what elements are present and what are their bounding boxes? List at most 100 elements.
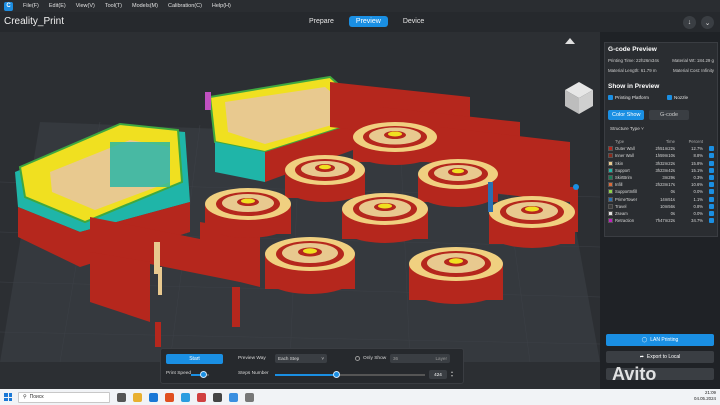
visibility-checkbox[interactable] xyxy=(709,196,714,202)
only-show-label: Only Show xyxy=(363,356,387,361)
structure-table: Type Time Percent Outer Wall 2h51m22s 12.7… xyxy=(608,138,716,224)
app-icon[interactable] xyxy=(245,392,254,402)
file-explorer-icon[interactable] xyxy=(133,392,142,402)
visibility-checkbox[interactable] xyxy=(709,218,714,224)
tab-device[interactable]: Device xyxy=(396,16,431,27)
task-view-icon[interactable] xyxy=(117,392,126,402)
structure-row: PrimeTower 14m51s 1.1% xyxy=(608,196,716,203)
material-stats-row: Material Length: 61.79 m Material Cost: … xyxy=(605,68,717,73)
pot-model xyxy=(265,237,355,294)
visibility-checkbox[interactable] xyxy=(709,153,714,159)
menu-help[interactable]: Help(H) xyxy=(212,3,231,9)
printing-platform-checkbox[interactable]: Printing Platform xyxy=(608,95,649,101)
prime-tower xyxy=(488,182,493,212)
color-swatch xyxy=(608,160,613,166)
view-cube-icon xyxy=(565,38,593,114)
title-bar: Creality_Print Prepare Preview Device ↓ … xyxy=(0,12,720,32)
structure-row: Travel 10m56s 0.8% xyxy=(608,203,716,210)
store-icon[interactable] xyxy=(181,392,190,402)
menu-models[interactable]: Models(M) xyxy=(132,3,158,9)
steps-knob[interactable] xyxy=(333,371,340,378)
check-icon xyxy=(608,95,613,101)
only-show-input[interactable]: 36 Layer xyxy=(390,354,450,363)
tab-prepare[interactable]: Prepare xyxy=(302,16,341,27)
structure-row: Infill 2h23m17s 10.6% xyxy=(608,181,716,188)
table-header: Type Time Percent xyxy=(615,139,703,145)
app-title: Creality_Print xyxy=(4,16,65,27)
print-speed-knob[interactable] xyxy=(200,371,208,378)
menu-calibration[interactable]: Calibration(C) xyxy=(168,3,202,9)
color-swatch xyxy=(608,189,613,195)
chevron-down-icon: ˅ xyxy=(321,356,324,361)
chevron-down-icon[interactable]: ⌄ xyxy=(701,16,714,29)
color-show-button[interactable]: Color Show xyxy=(608,110,645,120)
visibility-checkbox[interactable] xyxy=(709,189,714,195)
print-stats-row: Printing Time: 22h26m34s Material Wt: 18… xyxy=(605,58,717,63)
steps-number-input[interactable]: 424 xyxy=(429,370,447,379)
structure-type-dropdown[interactable]: Structure Type ˅ xyxy=(610,126,644,131)
steps-number-label: Steps Number xyxy=(238,371,269,376)
visibility-checkbox[interactable] xyxy=(709,175,714,181)
visibility-checkbox[interactable] xyxy=(709,210,714,216)
visibility-checkbox[interactable] xyxy=(709,167,714,173)
only-show-radio[interactable] xyxy=(355,356,360,361)
edge-browser-icon[interactable] xyxy=(149,392,158,402)
structure-row: Zseam 0s 0.0% xyxy=(608,210,716,217)
color-swatch xyxy=(608,182,613,188)
download-icon[interactable]: ↓ xyxy=(683,16,696,29)
nozzle-checkbox[interactable]: Nozzle xyxy=(667,95,688,101)
pot-model xyxy=(205,188,291,238)
printing-time: Printing Time: 22h26m34s xyxy=(608,58,660,63)
preview-way-dropdown[interactable]: Each Step ˅ xyxy=(275,354,327,363)
color-swatch xyxy=(608,210,613,216)
color-swatch xyxy=(608,153,613,159)
export-local-button[interactable]: ➦ Export to Local xyxy=(606,351,714,363)
stepper-arrows-icon[interactable]: ▴ ▾ xyxy=(451,370,453,378)
chevron-down-icon: ˅ xyxy=(641,126,644,131)
structure-row: Support 3h23m42s 15.1% xyxy=(608,167,716,174)
menu-view[interactable]: View(V) xyxy=(76,3,95,9)
lan-printing-button[interactable]: ◯ LAN Printing xyxy=(606,334,714,346)
show-in-preview-title: Show in Preview xyxy=(608,83,660,90)
pillar xyxy=(155,322,161,347)
visibility-checkbox[interactable] xyxy=(709,182,714,188)
visibility-checkbox[interactable] xyxy=(709,160,714,166)
color-swatch xyxy=(608,196,613,202)
color-swatch xyxy=(608,203,613,209)
pot-model xyxy=(342,193,428,243)
windows-taskbar: ⚲ Поиск 21:09 04.05.2024 xyxy=(0,389,720,405)
gcode-title: G-code Preview xyxy=(608,46,657,53)
tab-preview[interactable]: Preview xyxy=(348,16,388,27)
system-tray-clock[interactable]: 21:09 04.05.2024 xyxy=(694,390,716,402)
avito-watermark: Avito xyxy=(612,364,657,384)
color-swatch xyxy=(608,175,613,181)
menu-tool[interactable]: Tool(T) xyxy=(105,3,122,9)
preview-way-label: Preview Way xyxy=(238,356,266,361)
nozzle-marker xyxy=(573,184,579,190)
structure-row: SupportInfill 0s 0.0% xyxy=(608,188,716,195)
material-weight: Material Wt: 184.29 g xyxy=(672,58,714,63)
menu-edit[interactable]: Edit(E) xyxy=(49,3,66,9)
creality-print-taskbar-icon[interactable] xyxy=(229,392,238,402)
search-icon: ⚲ xyxy=(23,394,27,400)
visibility-checkbox[interactable] xyxy=(709,146,714,152)
app-icon[interactable] xyxy=(197,392,206,402)
firefox-icon[interactable] xyxy=(165,392,174,402)
windows-start-icon[interactable] xyxy=(4,393,12,401)
app-icon[interactable] xyxy=(213,392,222,402)
taskbar-search[interactable]: ⚲ Поиск xyxy=(18,391,110,403)
pillar xyxy=(232,287,240,327)
structure-row: Outer Wall 2h51m22s 12.7% xyxy=(608,145,716,152)
3d-viewport[interactable] xyxy=(0,32,600,389)
pot-model xyxy=(285,155,365,202)
menu-bar: C File(F) Edit(E) View(V) Tool(T) Models… xyxy=(0,0,720,12)
pot-model xyxy=(418,159,498,207)
structure-row: Inner Wall 1h59m10s 8.8% xyxy=(608,152,716,159)
visibility-checkbox[interactable] xyxy=(709,203,714,209)
start-button[interactable]: Start xyxy=(166,354,223,364)
menu-file[interactable]: File(F) xyxy=(23,3,39,9)
structure-row: Skin 3h32m22s 15.8% xyxy=(608,160,716,167)
gcode-view-button[interactable]: G-code xyxy=(649,110,689,120)
pot-model xyxy=(353,122,437,165)
pillar xyxy=(158,267,162,295)
